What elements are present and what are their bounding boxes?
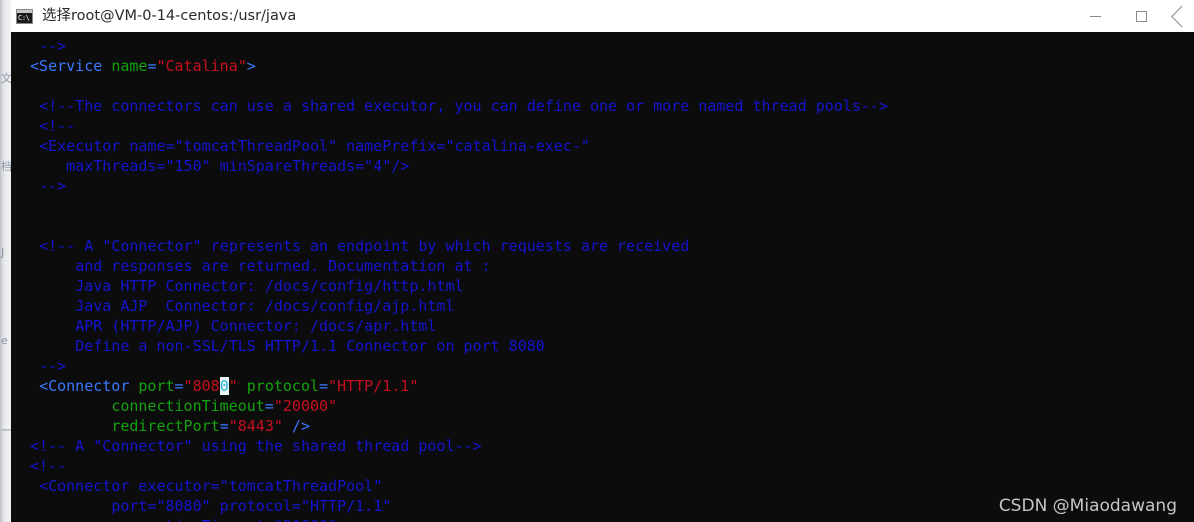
window-title: 选择root@VM-0-14-centos:/usr/java	[42, 8, 297, 24]
minimize-icon	[1089, 15, 1101, 17]
terminal-token: <Service	[30, 57, 112, 75]
terminal-token: <Executor name="tomcatThreadPool" namePr…	[39, 137, 590, 155]
terminal-token: <!--	[30, 457, 67, 475]
terminal-token: "	[228, 377, 238, 395]
terminal-line: Java AJP Connector: /docs/config/ajp.htm…	[11, 296, 1194, 316]
terminal-line: -->	[11, 176, 1194, 196]
terminal-token: "HTTP/1.1"	[328, 377, 419, 395]
watermark-label: CSDN @Miaodawang	[998, 496, 1177, 516]
terminal-output-area[interactable]: --> <Service name="Catalina"> <!--The co…	[11, 32, 1194, 522]
terminal-token: and responses are returned. Documentatio…	[75, 257, 491, 275]
console-window: C:\ 选择root@VM-0-14-centos:/usr/java --> …	[11, 0, 1194, 522]
terminal-line: <!--	[11, 116, 1194, 136]
text-cursor: 0	[219, 377, 229, 395]
desktop-background-strip: 文档 Je 一	[0, 0, 11, 522]
terminal-line: <Service name="Catalina">	[11, 56, 1194, 76]
terminal-token: Java HTTP Connector: /docs/config/http.h…	[75, 277, 464, 295]
terminal-token: protocol	[246, 377, 320, 395]
terminal-token: APR (HTTP/AJP) Connector: /docs/apr.html	[75, 317, 437, 335]
terminal-token: maxThreads="150" minSpareThreads="4"/>	[66, 157, 410, 175]
terminal-token: connectionTimeout	[111, 397, 265, 415]
terminal-line: <!-- A "Connector" represents an endpoin…	[11, 236, 1194, 256]
terminal-token: <!-- A "Connector" represents an endpoin…	[39, 237, 690, 255]
titlebar-left-group: C:\ 选择root@VM-0-14-centos:/usr/java	[11, 0, 296, 32]
terminal-token: Define a non-SSL/TLS HTTP/1.1 Connector …	[75, 337, 545, 355]
terminal-token: <!-- A "Connector" using the shared thre…	[30, 437, 482, 455]
terminal-token: redirectPort	[111, 417, 220, 435]
terminal-token: =	[174, 377, 184, 395]
desktop-ghost-glyph: e	[1, 334, 8, 347]
terminal-token: <Connector	[39, 377, 139, 395]
maximize-button[interactable]	[1118, 0, 1164, 32]
terminal-line: redirectPort="8443" />	[11, 416, 1194, 436]
terminal-token: Java AJP Connector: /docs/config/ajp.htm…	[75, 297, 455, 315]
terminal-text-lines: --> <Service name="Catalina"> <!--The co…	[11, 36, 1194, 522]
terminal-line: -->	[11, 356, 1194, 376]
close-icon	[1172, 11, 1183, 22]
window-titlebar[interactable]: C:\ 选择root@VM-0-14-centos:/usr/java	[11, 0, 1194, 32]
terminal-line: <Connector executor="tomcatThreadPool"	[11, 476, 1194, 496]
terminal-token: "20000"	[273, 397, 338, 415]
terminal-token: <!--	[39, 117, 76, 135]
console-icon: C:\	[16, 8, 33, 24]
terminal-token: />	[282, 417, 310, 435]
terminal-line: connectionTimeout="20000"	[11, 516, 1194, 522]
minimize-button[interactable]	[1072, 0, 1118, 32]
terminal-token: -->	[39, 37, 67, 55]
terminal-token: port="8080" protocol="HTTP/1.1"	[111, 497, 392, 515]
terminal-token: "808	[183, 377, 220, 395]
terminal-line: and responses are returned. Documentatio…	[11, 256, 1194, 276]
terminal-line: connectionTimeout="20000"	[11, 396, 1194, 416]
terminal-line: Java HTTP Connector: /docs/config/http.h…	[11, 276, 1194, 296]
desktop-ghost-glyph: J	[1, 246, 5, 259]
terminal-token: =	[319, 377, 329, 395]
terminal-line: <!--	[11, 456, 1194, 476]
terminal-token: "Catalina"	[156, 57, 247, 75]
terminal-token: name	[111, 57, 148, 75]
terminal-token: =	[264, 397, 274, 415]
terminal-token: =	[219, 417, 229, 435]
terminal-token: -->	[39, 177, 67, 195]
terminal-line: <Connector port="8080" protocol="HTTP/1.…	[11, 376, 1194, 396]
console-icon-prompt: C:\	[18, 13, 30, 22]
desktop-ghost-glyph: 一	[1, 424, 11, 437]
terminal-token: <Connector executor="tomcatThreadPool"	[39, 477, 383, 495]
close-button[interactable]	[1164, 0, 1194, 32]
terminal-token: -->	[39, 357, 67, 375]
terminal-line: Define a non-SSL/TLS HTTP/1.1 Connector …	[11, 336, 1194, 356]
terminal-token: <!--The connectors can use a shared exec…	[39, 97, 888, 115]
terminal-line: <!--The connectors can use a shared exec…	[11, 96, 1194, 116]
terminal-token: port	[138, 377, 175, 395]
window-controls	[1072, 0, 1194, 32]
terminal-token: connectionTimeout="20000"	[111, 517, 337, 522]
maximize-icon	[1135, 10, 1147, 22]
terminal-line: maxThreads="150" minSpareThreads="4"/>	[11, 156, 1194, 176]
terminal-token: >	[246, 57, 256, 75]
desktop-ghost-glyph: 档	[1, 160, 11, 173]
terminal-line: APR (HTTP/AJP) Connector: /docs/apr.html	[11, 316, 1194, 336]
terminal-line: -->	[11, 36, 1194, 56]
desktop-ghost-glyph: 文	[1, 72, 11, 85]
terminal-line: <Executor name="tomcatThreadPool" namePr…	[11, 136, 1194, 156]
terminal-token: "8443"	[228, 417, 283, 435]
terminal-line: <!-- A "Connector" using the shared thre…	[11, 436, 1194, 456]
